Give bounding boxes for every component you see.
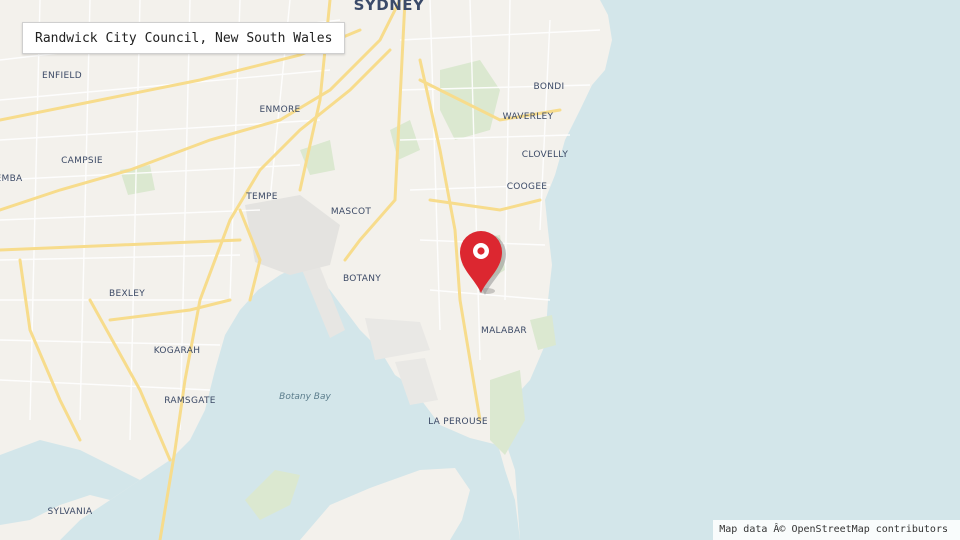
- label-enfield: ENFIELD: [42, 71, 82, 81]
- label-la-perouse: LA PEROUSE: [428, 417, 488, 427]
- label-emba: EMBA: [0, 174, 23, 184]
- map-canvas[interactable]: SYDNEY ENFIELD ENMORE CAMPSIE EMBA TEMPE…: [0, 0, 960, 540]
- label-bondi: BONDI: [534, 82, 565, 92]
- label-sydney: SYDNEY: [354, 0, 425, 14]
- label-campsie: CAMPSIE: [61, 156, 103, 166]
- label-malabar: MALABAR: [481, 326, 527, 336]
- label-clovelly: CLOVELLY: [522, 150, 569, 160]
- label-kogarah: KOGARAH: [154, 346, 201, 356]
- map-attribution[interactable]: Map data Â© OpenStreetMap contributors: [713, 520, 960, 540]
- label-enmore: ENMORE: [259, 105, 300, 115]
- label-coogee: COOGEE: [507, 182, 548, 192]
- label-botany-bay: Botany Bay: [279, 392, 331, 402]
- label-mascot: MASCOT: [331, 207, 372, 217]
- label-sylvania: SYLVANIA: [48, 507, 93, 517]
- label-tempe: TEMPE: [245, 192, 278, 202]
- label-botany: BOTANY: [343, 274, 381, 284]
- label-bexley: BEXLEY: [109, 289, 145, 299]
- label-ramsgate: RAMSGATE: [164, 396, 216, 406]
- label-waverley: WAVERLEY: [503, 112, 554, 122]
- map-title: Randwick City Council, New South Wales: [22, 22, 346, 54]
